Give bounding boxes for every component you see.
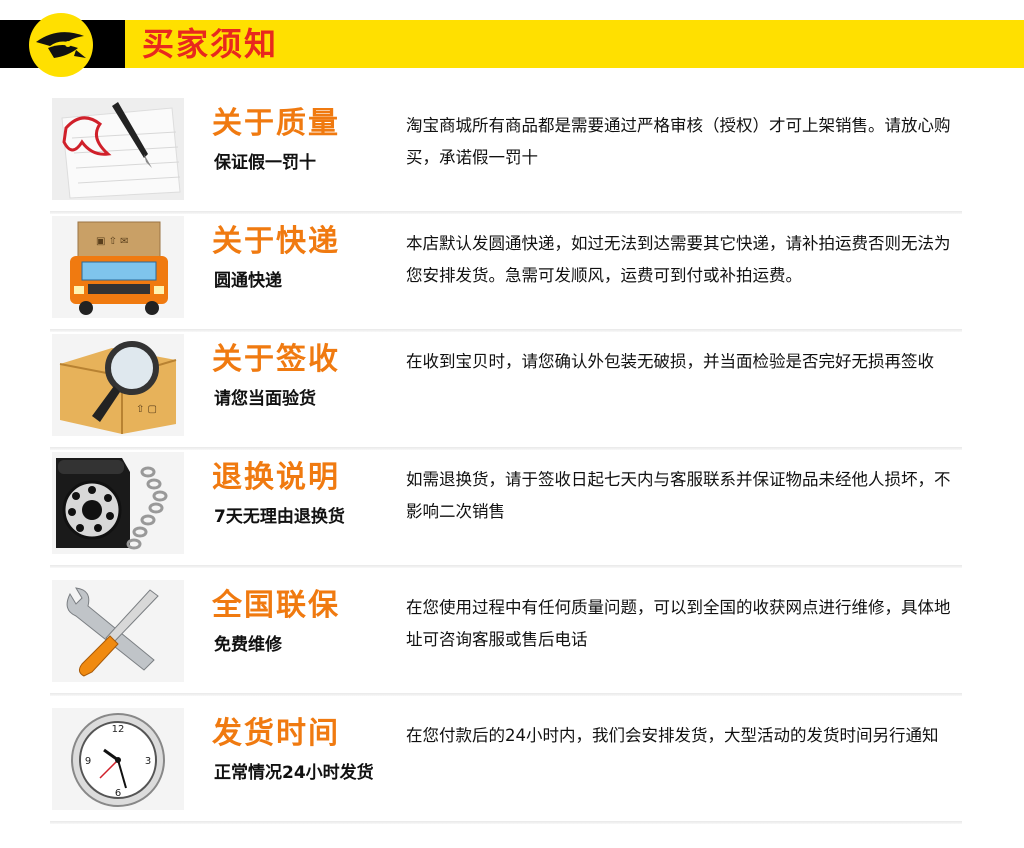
item-description: 在您使用过程中有任何质量问题，可以到全国的收获网点进行维修，具体地址可咨询客服或…: [406, 598, 951, 649]
item-title: 关于快递: [212, 224, 340, 259]
item-description: 如需退换货，请于签收日起七天内与客服联系并保证物品未经他人损坏，不影响二次销售: [406, 470, 951, 521]
item-description: 淘宝商城所有商品都是需要通过严格审核（授权）才可上架销售。请放心购买，承诺假一罚…: [406, 116, 951, 167]
item-description: 在您付款后的24小时内，我们会安排发货，大型活动的发货时间另行通知: [406, 726, 939, 745]
svg-text:6: 6: [115, 788, 121, 799]
clock-icon: 12 3 6 9: [52, 708, 184, 810]
list-item: 全国联保 免费维修 在您使用过程中有任何质量问题，可以到全国的收获网点进行维修，…: [50, 578, 962, 696]
header-banner: 买家须知: [0, 13, 1024, 77]
list-item: ⇧ ▢ 关于签收 请您当面验货 在收到宝贝时，请您确认外包装无破损，并当面检验是…: [50, 332, 962, 450]
item-title: 关于质量: [212, 106, 340, 141]
list-item: 关于质量 保证假一罚十 淘宝商城所有商品都是需要通过严格审核（授权）才可上架销售…: [50, 96, 962, 214]
item-subtitle: 圆通快递: [214, 271, 282, 291]
item-description: 在收到宝贝时，请您确认外包装无破损，并当面检验是否完好无损再签收: [406, 352, 934, 371]
divider: [50, 821, 962, 824]
list-item: ▣ ⇧ ✉ 关于快递 圆通快递 本店默认发圆通快递，如过无法到达需要其它快递，请…: [50, 214, 962, 332]
item-subtitle: 保证假一罚十: [214, 153, 316, 173]
item-subtitle: 请您当面验货: [214, 389, 316, 409]
divider: [50, 693, 962, 696]
item-subtitle: 7天无理由退换货: [214, 507, 345, 527]
item-title: 全国联保: [212, 588, 340, 623]
item-title: 关于签收: [212, 342, 340, 377]
list-item: 退换说明 7天无理由退换货 如需退换货，请于签收日起七天内与客服联系并保证物品未…: [50, 450, 962, 568]
list-item: 12 3 6 9 发货时间 正常情况24小时发货 在您付款后的24小时内，我们会安排…: [50, 706, 962, 824]
tools-icon: [52, 580, 184, 682]
eagle-logo-icon: [28, 12, 94, 78]
delivery-truck-icon: ▣ ⇧ ✉: [52, 216, 184, 318]
svg-text:12: 12: [112, 724, 125, 735]
item-title: 退换说明: [212, 460, 340, 495]
item-subtitle: 免费维修: [214, 635, 282, 655]
page-title: 买家须知: [142, 25, 279, 63]
svg-text:▣ ⇧ ✉: ▣ ⇧ ✉: [96, 236, 129, 247]
item-description: 本店默认发圆通快递，如过无法到达需要其它快递，请补拍运费否则无法为您安排发货。急…: [406, 234, 951, 285]
svg-text:⇧ ▢: ⇧ ▢: [136, 404, 157, 415]
divider: [50, 565, 962, 568]
item-title: 发货时间: [212, 716, 340, 751]
magnifier-box-icon: ⇧ ▢: [52, 334, 184, 436]
pen-paper-icon: [52, 98, 184, 200]
svg-text:3: 3: [145, 756, 151, 767]
telephone-icon: [52, 452, 184, 554]
svg-text:9: 9: [85, 756, 91, 767]
item-subtitle: 正常情况24小时发货: [214, 763, 374, 783]
